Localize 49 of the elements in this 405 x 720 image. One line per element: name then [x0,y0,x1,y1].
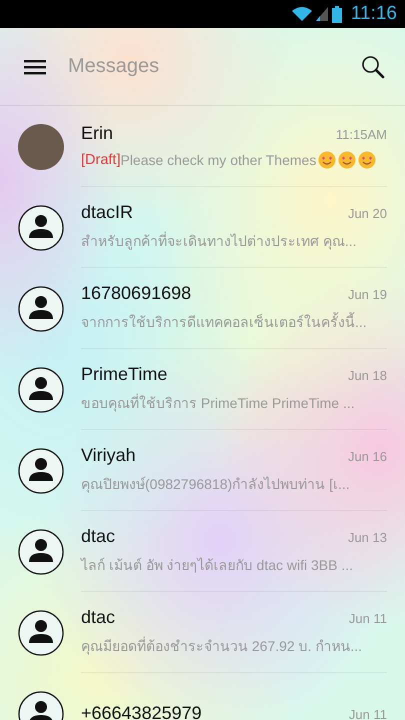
conversation-item[interactable]: dtac Jun 11 คุณมียอดที่ต้องชำระจำนวน 267.92 บ. กำหน... [0,592,405,673]
contact-name: dtacIR [81,202,134,223]
menu-icon [24,58,46,74]
message-time: Jun 13 [348,530,387,545]
battery-icon [332,6,342,22]
contact-name: dtac [81,526,116,547]
smiling-face-icon [338,151,356,169]
contact-name: 16780691698 [81,283,192,304]
message-preview: คุณปิยพงษ์(0982796818)กำลังไปพบท่าน [เ... [81,475,350,495]
message-time: Jun 11 [348,611,387,626]
contact-avatar-icon [18,286,64,332]
message-preview: ขอบคุณที่ใช้บริการ PrimeTime PrimeTime ... [81,392,355,414]
contact-name: +66643825979 [81,703,202,720]
message-time: Jun 18 [348,368,387,383]
contact-name: Viriyah [81,445,136,466]
message-preview: จากการใช้บริการดีแทคคอลเซ็นเตอร์ในครั้งนี้... [81,311,367,332]
contact-avatar-icon [18,610,64,656]
toolbar-title: Messages [68,55,160,78]
signal-icon [314,6,329,22]
conversation-item[interactable]: PrimeTime Jun 18 ขอบคุณที่ใช้บริการ PrimeTime PrimeTime ... [0,349,405,430]
wifi-icon [292,6,312,22]
message-preview: สำหรับลูกค้าที่จะเดินทางไปต่างประเทศ คุณ... [81,230,357,252]
clock: 11:16 [350,3,397,25]
contact-avatar-icon [18,204,64,250]
conversation-item[interactable]: Viriyah Jun 16 คุณปิยพงษ์(0982796818)กำลังไปพบท่าน [เ... [0,430,405,511]
message-preview: คุณมียอดที่ต้องชำระจำนวน 267.92 บ. กำหน... [81,636,362,657]
contact-name: Erin [81,123,114,144]
message-preview: ไลก์ เม้นต์ อัพ ง่ายๆได้เลยกับ dtac wifi 3BB ... [81,556,354,575]
conversation-item[interactable]: 16780691698 Jun 19 จากการใช้บริการดีแทคคอลเซ็นเตอร์ในครั้งนี้... [0,268,405,349]
conversation-item[interactable]: Erin 11:15AM [Draft]Please check my other Themes [0,106,405,187]
smiling-face-icon [318,151,336,169]
contact-avatar-icon [18,528,64,574]
message-time: Jun 16 [348,449,387,464]
message-time: 11:15AM [336,127,387,142]
draft-label: [Draft] [81,152,120,168]
message-time: Jun 11 [348,707,387,720]
contact-name: dtac [81,607,116,628]
message-preview: Please check my other Themes [120,152,316,168]
message-time: Jun 20 [348,206,387,221]
conversation-item[interactable]: dtac Jun 13 ไลก์ เม้นต์ อัพ ง่ายๆได้เลยกับ dtac wifi 3BB ... [0,511,405,592]
smiling-face-icon [358,151,376,169]
contact-name: PrimeTime [81,364,168,385]
conversation-item[interactable]: +66643825979 Jun 11 [0,673,405,720]
message-time: Jun 19 [348,287,387,302]
contact-avatar-icon [18,366,64,412]
search-icon [361,54,385,78]
avatar-photo-placeholder [18,124,64,170]
conversation-item[interactable]: dtacIR Jun 20 สำหรับลูกค้าที่จะเดินทางไปต่างประเทศ คุณ... [0,187,405,268]
contact-avatar-icon [18,448,64,494]
